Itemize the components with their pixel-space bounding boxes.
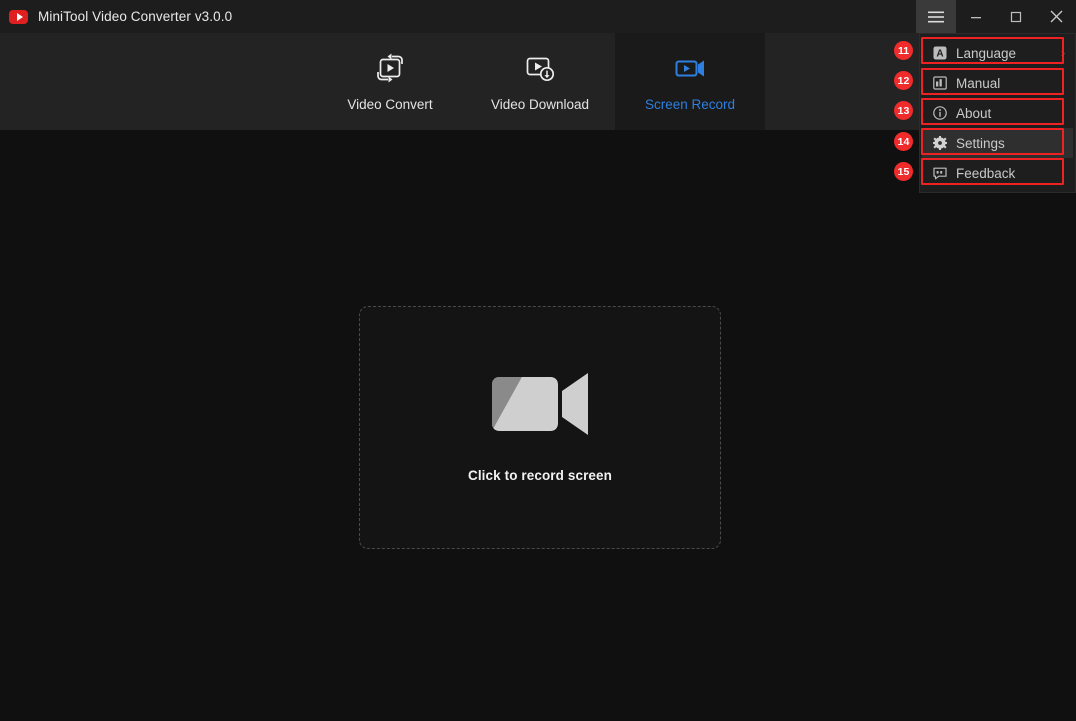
main-nav-bar: Video Convert Video Download Screen Reco… xyxy=(0,33,1076,130)
window-controls xyxy=(916,0,1076,33)
menu-item-language[interactable]: A Language › xyxy=(922,38,1073,68)
maximize-icon[interactable] xyxy=(996,0,1036,33)
main-content: Click to record screen xyxy=(0,130,1076,721)
video-download-icon xyxy=(523,50,557,88)
tab-screen-record[interactable]: Screen Record xyxy=(615,33,765,130)
menu-item-settings[interactable]: Settings xyxy=(922,128,1073,158)
annotation-badge-11: 11 xyxy=(894,41,913,60)
chevron-right-icon: › xyxy=(1061,46,1065,60)
svg-text:A: A xyxy=(936,49,943,60)
menu-item-label: Feedback xyxy=(956,165,1016,181)
tab-label: Screen Record xyxy=(644,97,736,112)
menu-item-manual[interactable]: Manual xyxy=(922,68,1073,98)
tab-video-convert[interactable]: Video Convert xyxy=(315,33,465,130)
tab-video-download[interactable]: Video Download xyxy=(465,33,615,130)
manual-book-icon xyxy=(932,76,947,91)
close-icon[interactable] xyxy=(1036,0,1076,33)
hamburger-menu-icon[interactable] xyxy=(916,0,956,33)
menu-item-feedback[interactable]: Feedback xyxy=(922,158,1073,188)
screen-record-icon xyxy=(673,50,707,88)
menu-item-label: Settings xyxy=(956,135,1005,151)
annotation-badge-13: 13 xyxy=(894,101,913,120)
menu-item-about[interactable]: About xyxy=(922,98,1073,128)
app-menu-panel: A Language › Manual About Settings Feedb… xyxy=(919,33,1076,193)
tab-label: Video Download xyxy=(490,97,590,112)
annotation-badge-15: 15 xyxy=(894,162,913,181)
language-a-icon: A xyxy=(932,46,947,61)
menu-item-label: About xyxy=(956,105,992,121)
info-circle-icon xyxy=(932,106,947,121)
minitool-play-logo-icon xyxy=(9,9,28,24)
video-convert-icon xyxy=(373,50,407,88)
record-screen-dropzone[interactable]: Click to record screen xyxy=(359,306,721,549)
camcorder-icon xyxy=(491,372,589,440)
annotation-badge-12: 12 xyxy=(894,71,913,90)
title-bar: MiniTool Video Converter v3.0.0 xyxy=(0,0,1076,33)
tab-label: Video Convert xyxy=(347,97,433,112)
feedback-bubble-icon xyxy=(932,166,947,181)
minimize-icon[interactable] xyxy=(956,0,996,33)
app-window: MiniTool Video Converter v3.0.0 Video Co… xyxy=(0,0,1076,721)
annotation-badge-14: 14 xyxy=(894,132,913,151)
dropzone-caption: Click to record screen xyxy=(467,467,612,483)
menu-item-label: Manual xyxy=(956,75,1001,91)
window-title: MiniTool Video Converter v3.0.0 xyxy=(38,9,233,24)
menu-item-label: Language xyxy=(956,45,1017,61)
gear-icon xyxy=(932,136,947,151)
